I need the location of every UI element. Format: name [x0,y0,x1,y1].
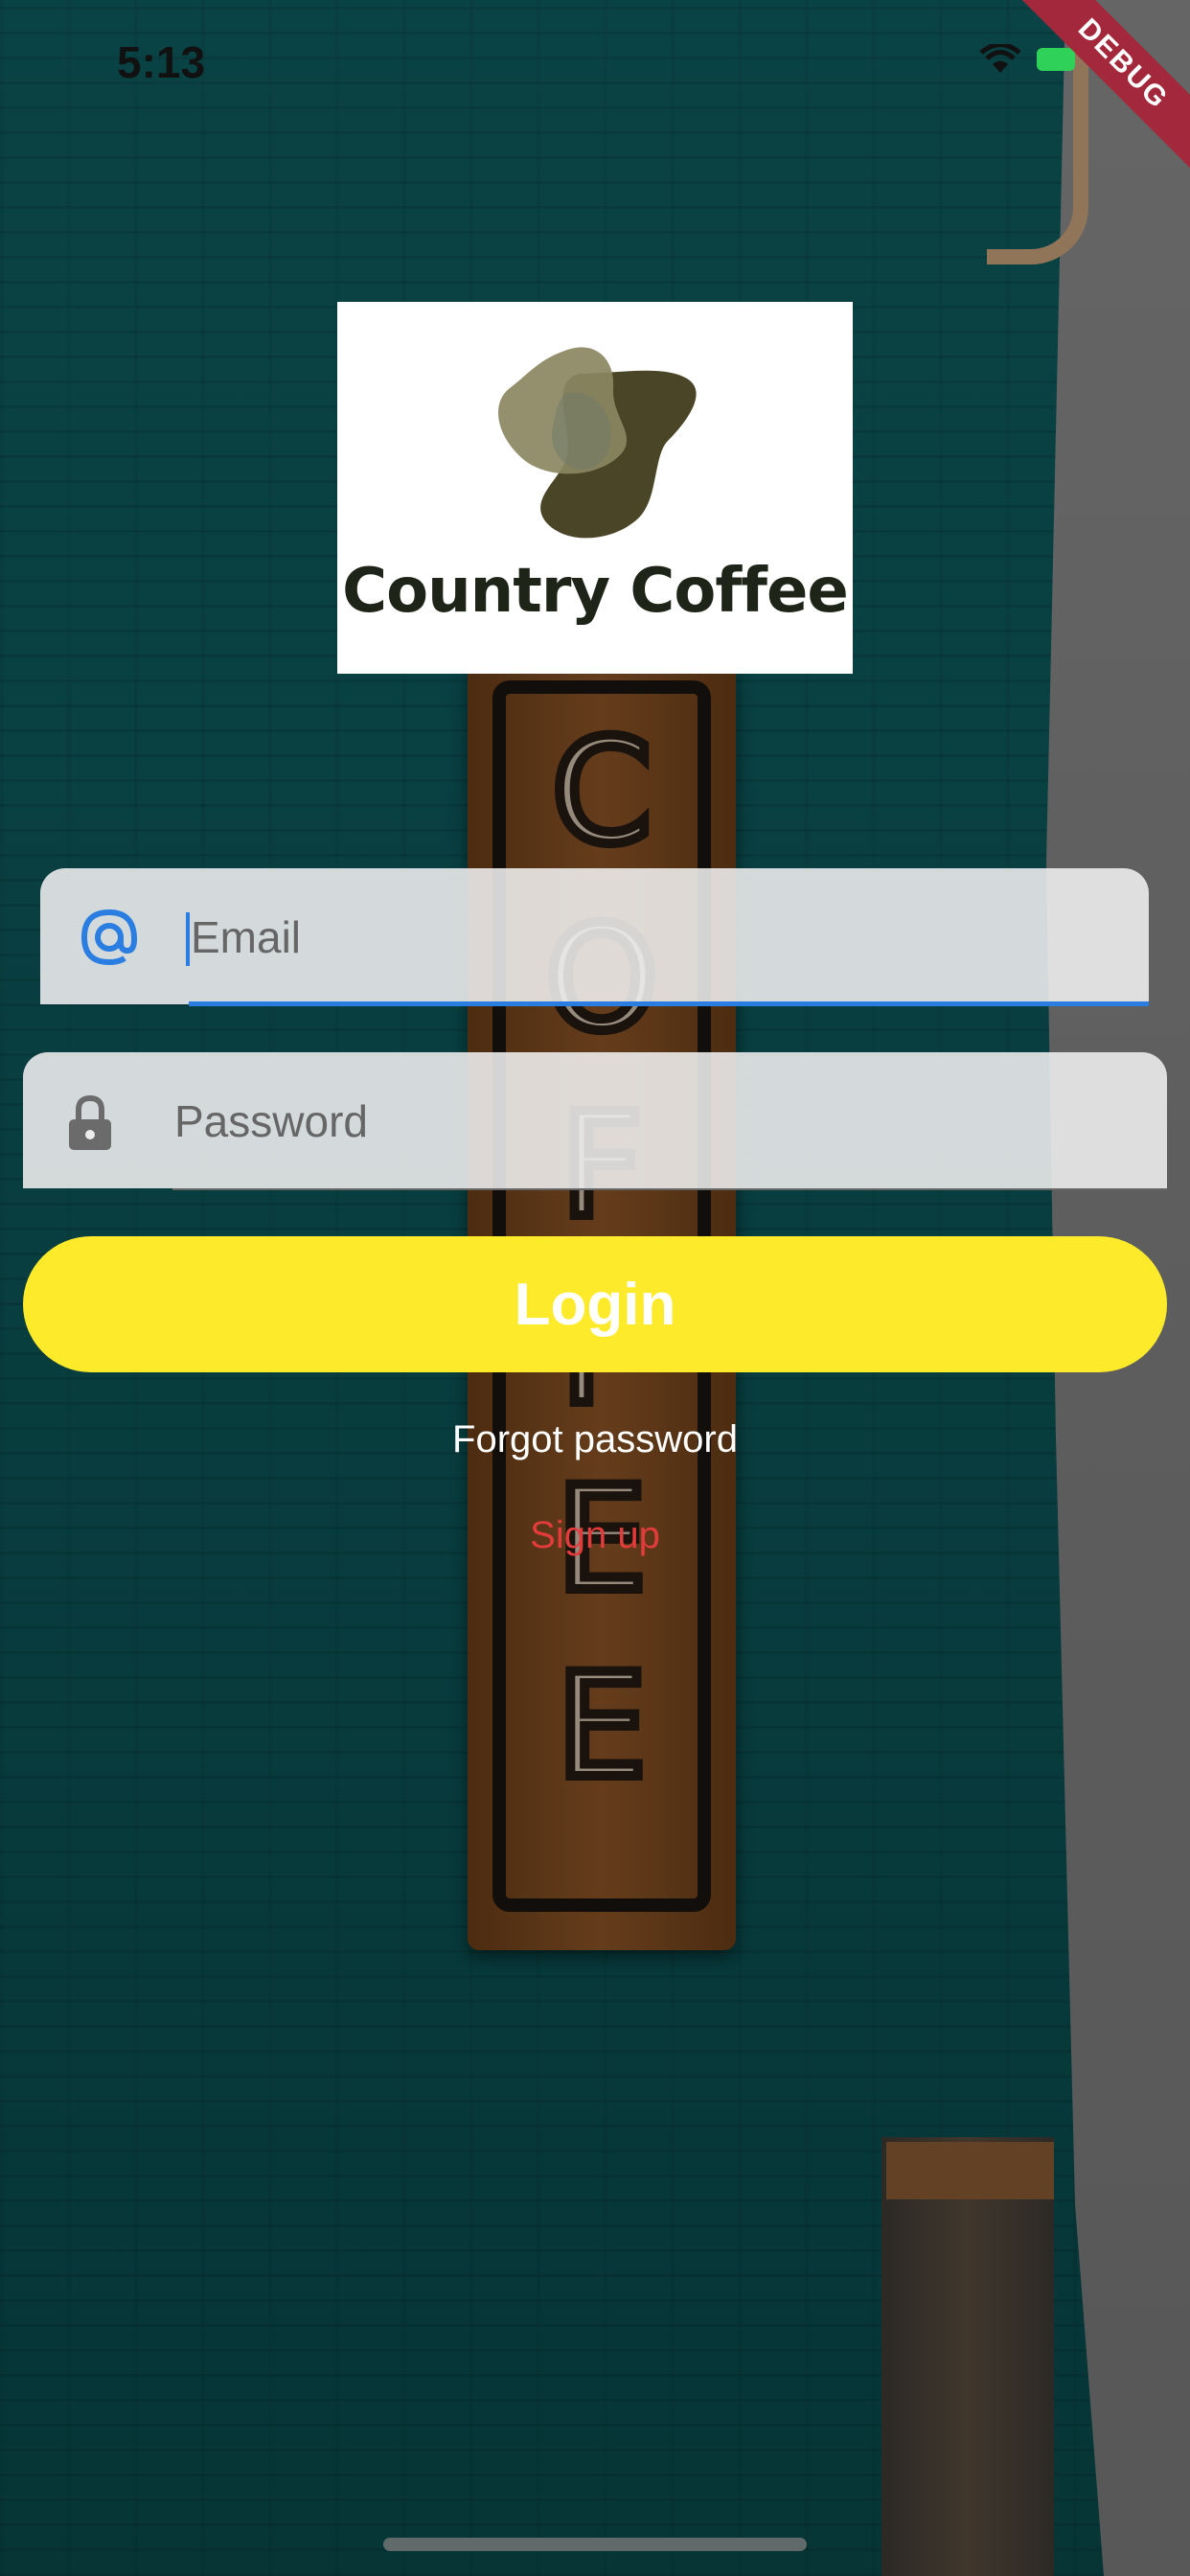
status-icons [979,44,1075,75]
at-sign-icon [80,908,138,966]
signup-link[interactable]: Sign up [0,1514,1190,1557]
coffee-stain-icon [498,347,697,539]
email-input[interactable] [189,868,1132,1006]
password-input[interactable] [172,1052,1144,1190]
email-field[interactable] [40,868,1149,1006]
battery-icon [1037,48,1075,71]
email-focus-underline [189,1001,1149,1006]
forgot-password-link[interactable]: Forgot password [0,1418,1190,1461]
app-logo: Country Coffee [337,302,853,674]
lock-icon [69,1094,111,1150]
password-underline [172,1188,1167,1190]
home-indicator[interactable] [383,2538,807,2551]
password-field[interactable] [23,1052,1167,1190]
wifi-icon [979,44,1021,73]
status-time: 5:13 [117,37,206,87]
login-button[interactable]: Login [23,1236,1167,1372]
logo-text: Country Coffee [342,556,849,627]
